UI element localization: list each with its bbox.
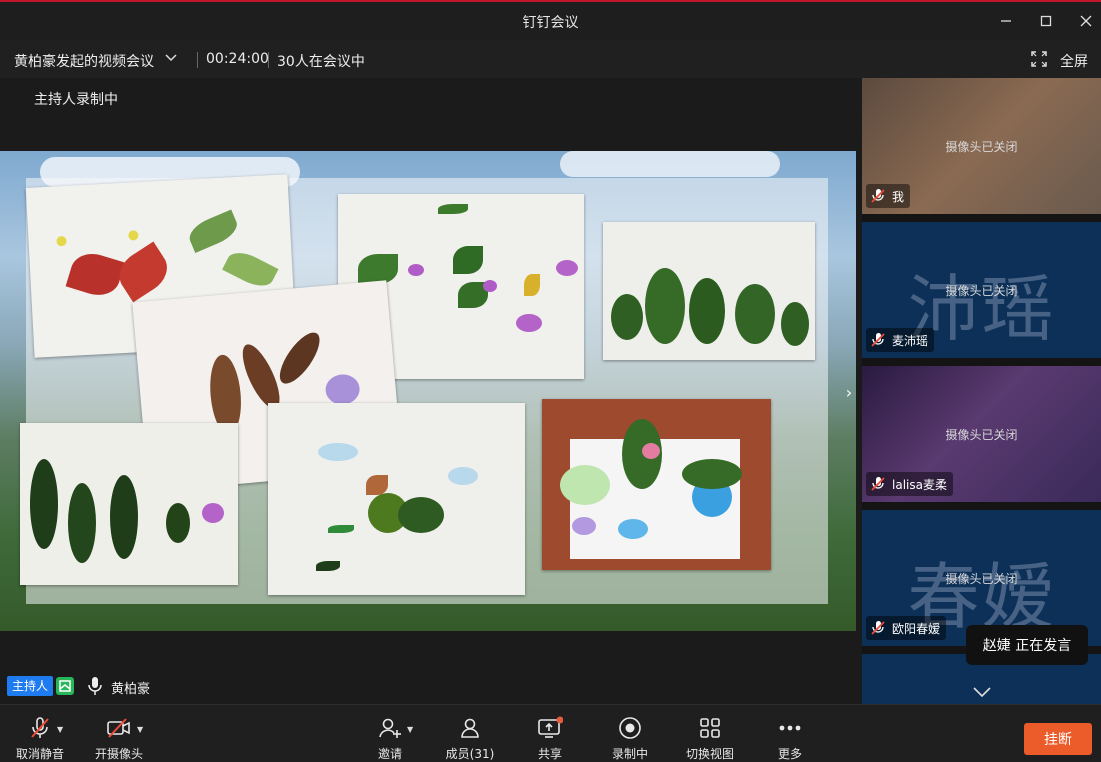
host-avatar-icon: [56, 677, 74, 695]
hang-up-button[interactable]: 挂断: [1024, 723, 1092, 755]
record-icon: [590, 715, 670, 741]
participant-list[interactable]: 摄像头已关闭 我 沛瑶 摄像头已关闭 麦沛瑶 摄像头已关闭 lalisa麦柔 春…: [862, 78, 1101, 704]
camera-off-status: 摄像头已关闭: [945, 284, 1018, 298]
members-label: 成员(31): [445, 747, 495, 761]
fullscreen-button[interactable]: 全屏: [1060, 51, 1088, 71]
camera-label: 开摄像头: [94, 747, 143, 761]
camera-off-status: 摄像头已关闭: [945, 140, 1018, 154]
close-button[interactable]: [1075, 10, 1097, 32]
leaf-art-photo: [542, 399, 771, 570]
camera-button[interactable]: 开摄像头: [79, 715, 159, 762]
more-icon: [750, 715, 830, 741]
mic-muted-icon: [871, 189, 885, 203]
participant-tile[interactable]: 摄像头已关闭 我: [862, 78, 1101, 214]
camera-off-icon: [79, 715, 159, 741]
leaf-art-photo: [268, 403, 525, 595]
record-button[interactable]: 录制中: [590, 715, 670, 762]
meeting-window: 钉钉会议 黄柏豪发起的视频会议 00:24:00 30人在会议中 全屏 主持人录…: [0, 0, 1101, 762]
microphone-icon: [86, 676, 104, 696]
share-screen-icon: [510, 715, 590, 741]
participant-nametag: 麦沛瑶: [866, 328, 935, 352]
title-bar: 钉钉会议: [0, 2, 1101, 40]
participant-tile[interactable]: 沛瑶 摄像头已关闭 麦沛瑶: [862, 222, 1101, 358]
recording-status: 主持人录制中: [34, 92, 118, 108]
minimize-button[interactable]: [995, 10, 1017, 32]
leaf-art-photo: [20, 423, 238, 585]
mic-muted-icon: [871, 621, 885, 635]
participant-name: lalisa麦柔: [892, 477, 947, 492]
window-title: 钉钉会议: [522, 15, 579, 31]
grid-icon: [670, 715, 750, 741]
participant-nametag: 欧阳春嫒: [866, 616, 947, 640]
host-badge: 主持人: [7, 676, 54, 696]
background-cloud: [560, 151, 780, 177]
participant-count: 30人在会议中: [277, 54, 365, 70]
minimize-icon: [1001, 20, 1011, 22]
unmute-button[interactable]: 取消静音: [0, 715, 80, 762]
share-button[interactable]: 共享: [510, 715, 590, 762]
unmute-label: 取消静音: [15, 747, 64, 761]
camera-off-status: 摄像头已关闭: [945, 428, 1018, 442]
meeting-info-bar: 黄柏豪发起的视频会议 00:24:00 30人在会议中 全屏: [0, 40, 1101, 78]
shared-screen[interactable]: ›: [0, 151, 856, 631]
switch-layout-label: 切换视图: [685, 747, 734, 761]
meeting-name[interactable]: 黄柏豪发起的视频会议: [14, 51, 154, 71]
participant-nametag: 我: [866, 184, 911, 208]
close-icon: [1080, 15, 1092, 27]
participant-nametag: lalisa麦柔: [866, 472, 953, 496]
mic-muted-icon: [871, 477, 885, 491]
more-label: 更多: [777, 747, 802, 761]
invite-label: 邀请: [377, 747, 402, 761]
fullscreen-icon[interactable]: [1031, 51, 1047, 67]
next-page-arrow[interactable]: ›: [842, 375, 856, 409]
user-icon: [430, 715, 510, 741]
caret-down-icon[interactable]: ▼: [57, 725, 63, 734]
add-user-icon: [350, 715, 430, 741]
main-stage: 主持人录制中 › 主持人 黄柏豪: [0, 78, 856, 704]
more-button[interactable]: 更多: [750, 715, 830, 762]
leaf-art-photo: [603, 222, 815, 360]
caret-down-icon[interactable]: ▼: [407, 725, 413, 734]
participant-name: 我: [892, 189, 905, 204]
participant-tile[interactable]: 摄像头已关闭 lalisa麦柔: [862, 366, 1101, 502]
meeting-toolbar: 取消静音 ▼ 开摄像头 ▼ 邀请 ▼ 成员(31) 共享 录制中 切换视图 更多…: [0, 704, 1101, 762]
members-button[interactable]: 成员(31): [430, 715, 510, 762]
divider: [197, 52, 198, 68]
participant-name: 欧阳春嫒: [892, 621, 941, 636]
record-label: 录制中: [611, 747, 648, 761]
switch-layout-button[interactable]: 切换视图: [670, 715, 750, 762]
host-name: 黄柏豪: [111, 682, 151, 697]
chevron-down-icon[interactable]: [972, 686, 992, 702]
speaking-tooltip: 赵婕 正在发言: [966, 625, 1088, 665]
participant-name: 麦沛瑶: [892, 333, 929, 348]
meeting-duration: 00:24:00: [206, 51, 269, 67]
caret-down-icon[interactable]: ▼: [137, 725, 143, 734]
chevron-down-icon[interactable]: [164, 51, 178, 69]
mic-muted-icon: [0, 715, 80, 741]
maximize-icon: [1040, 15, 1052, 27]
invite-button[interactable]: 邀请: [350, 715, 430, 762]
camera-off-status: 摄像头已关闭: [945, 572, 1018, 586]
mic-muted-icon: [871, 333, 885, 347]
share-label: 共享: [537, 747, 562, 761]
divider: [268, 52, 269, 68]
maximize-button[interactable]: [1035, 10, 1057, 32]
